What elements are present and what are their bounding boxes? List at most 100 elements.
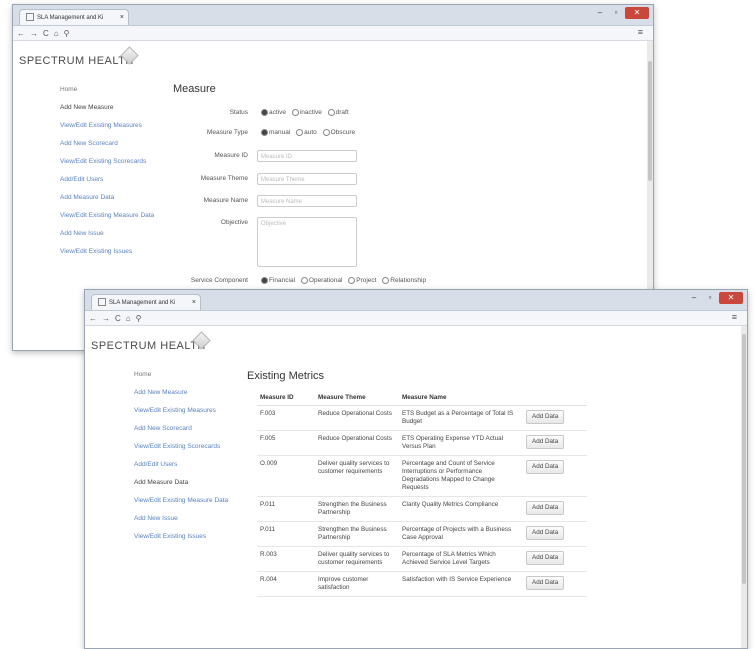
browser-tab[interactable]: SLA Management and Ki × [19,9,129,25]
add-data-button[interactable]: Add Data [526,501,565,515]
measure-id-cell: P.011 [257,521,315,547]
sidebar-item-view-data[interactable]: View/Edit Existing Measure Data [60,207,154,225]
measure-theme-input[interactable]: Measure Theme [257,173,357,185]
sidebar-item-add-scorecard[interactable]: Add New Scorecard [60,135,154,153]
measure-name-cell: Clarity Quality Metrics Compliance [399,496,523,522]
radio-financial[interactable] [261,277,268,284]
browser-tab[interactable]: SLA Management and Ki × [91,294,201,310]
back-icon[interactable]: ← [89,314,97,323]
sidebar-item-users[interactable]: Add/Edit Users [134,456,228,474]
actions-cell: Add Data [523,571,587,597]
type-options: manual auto Obscure [257,129,355,136]
option-label: auto [304,129,317,137]
add-data-button[interactable]: Add Data [526,460,565,474]
logo: SPECTRUM HEALTH [19,55,134,67]
home-icon[interactable]: ⌂ [126,314,131,323]
table-header: Measure ID Measure Theme Measure Name [257,390,587,406]
page-title: Existing Metrics [247,370,325,382]
sidebar-item-add-scorecard[interactable]: Add New Scorecard [134,420,228,438]
sidebar-item-home[interactable]: Home [60,81,154,99]
radio-project[interactable] [348,277,356,284]
status-label: Status [229,109,248,116]
maximize-icon[interactable]: ▫ [609,7,623,19]
measure-name-cell: Percentage of SLA Metrics Which Achieved… [399,546,523,572]
menu-icon[interactable]: ≡ [732,312,737,322]
radio-manual[interactable] [261,129,268,136]
measure-theme-cell: Deliver quality services to customer req… [315,546,399,572]
minimize-icon[interactable]: – [687,292,701,304]
radio-inactive[interactable] [291,109,299,116]
measure-id-cell: R.004 [257,571,315,597]
close-window-icon[interactable]: ✕ [719,292,743,304]
measure-theme-cell: Strengthen the Business Partnership [315,496,399,522]
measure-name-cell: ETS Budget as a Percentage of Total IS B… [399,405,523,431]
measure-name-cell: ETS Operating Expense YTD Actual Versus … [399,430,523,456]
scrollbar[interactable] [741,326,747,648]
objective-textarea[interactable]: Objective [257,217,357,267]
sidebar-item-view-scorecards[interactable]: View/Edit Existing Scorecards [60,153,154,171]
window-controls: – ▫ ✕ [687,292,743,304]
sidebar-item-add-data[interactable]: Add Measure Data [60,189,154,207]
measure-id-cell: P.011 [257,496,315,522]
close-window-icon[interactable]: ✕ [625,7,649,19]
name-label: Measure Name [203,197,248,204]
add-data-button[interactable]: Add Data [526,526,565,540]
option-label: manual [269,129,291,137]
metrics-table: Measure ID Measure Theme Measure Name F.… [257,390,587,597]
tab-title: SLA Management and Ki [109,300,176,306]
home-icon[interactable]: ⌂ [54,29,59,38]
close-tab-icon[interactable]: × [120,10,124,25]
sidebar-item-view-data[interactable]: View/Edit Existing Measure Data [134,492,228,510]
page-icon [98,298,106,307]
table-row: F.005 Reduce Operational Costs ETS Operati… [257,430,587,456]
radio-obscure[interactable] [322,129,330,136]
search-icon[interactable]: ⚲ [136,314,142,323]
sidebar-item-add-measure[interactable]: Add New Measure [60,99,154,117]
measure-name-cell: Satisfaction with IS Service Experience [399,571,523,597]
add-data-button[interactable]: Add Data [526,576,565,590]
actions-cell: Add Data [523,405,587,431]
measure-name-input[interactable]: Measure Name [257,195,357,207]
menu-icon[interactable]: ≡ [638,27,643,37]
radio-active[interactable] [261,109,268,116]
measure-name-cell: Percentage of Projects with a Business C… [399,521,523,547]
measure-id-input[interactable]: Measure ID [257,150,357,162]
sidebar-item-add-data[interactable]: Add Measure Data [134,474,228,492]
radio-auto[interactable] [296,129,304,136]
add-data-button[interactable]: Add Data [526,551,565,565]
measure-theme-cell: Strengthen the Business Partnership [315,521,399,547]
maximize-icon[interactable]: ▫ [703,292,717,304]
forward-icon[interactable]: → [30,29,38,38]
sidebar-item-add-measure[interactable]: Add New Measure [134,384,228,402]
sidebar-item-view-issues[interactable]: View/Edit Existing Issues [60,243,154,261]
reload-icon[interactable]: C [43,29,49,38]
sidebar-item-home[interactable]: Home [134,366,228,384]
radio-draft[interactable] [327,109,335,116]
option-label: draft [335,109,349,117]
back-icon[interactable]: ← [17,29,25,38]
radio-operational[interactable] [300,277,308,284]
component-options: Financial Operational Project Relationsh… [257,277,426,284]
option-label: Relationship [390,277,427,285]
sidebar-nav: Home Add New Measure View/Edit Existing … [60,81,154,261]
sidebar-item-users[interactable]: Add/Edit Users [60,171,154,189]
measure-name-cell: Percentage and Count of Service Interrup… [399,455,523,497]
close-tab-icon[interactable]: × [192,295,196,310]
sidebar-item-view-issues[interactable]: View/Edit Existing Issues [134,528,228,546]
address-bar: ← → C ⌂ ⚲ ≡ [85,311,747,326]
sidebar-item-add-issue[interactable]: Add New Issue [60,225,154,243]
forward-icon[interactable]: → [102,314,110,323]
minimize-icon[interactable]: – [593,7,607,19]
radio-relationship[interactable] [382,277,390,284]
reload-icon[interactable]: C [115,314,121,323]
sidebar-item-view-measures[interactable]: View/Edit Existing Measures [60,117,154,135]
scrollbar-thumb[interactable] [742,334,746,584]
sidebar-item-view-scorecards[interactable]: View/Edit Existing Scorecards [134,438,228,456]
sidebar-item-add-issue[interactable]: Add New Issue [134,510,228,528]
add-data-button[interactable]: Add Data [526,435,565,449]
scrollbar-thumb[interactable] [648,61,652,181]
search-icon[interactable]: ⚲ [64,29,70,38]
objective-label: Objective [220,219,248,226]
sidebar-item-view-measures[interactable]: View/Edit Existing Measures [134,402,228,420]
add-data-button[interactable]: Add Data [526,410,565,424]
